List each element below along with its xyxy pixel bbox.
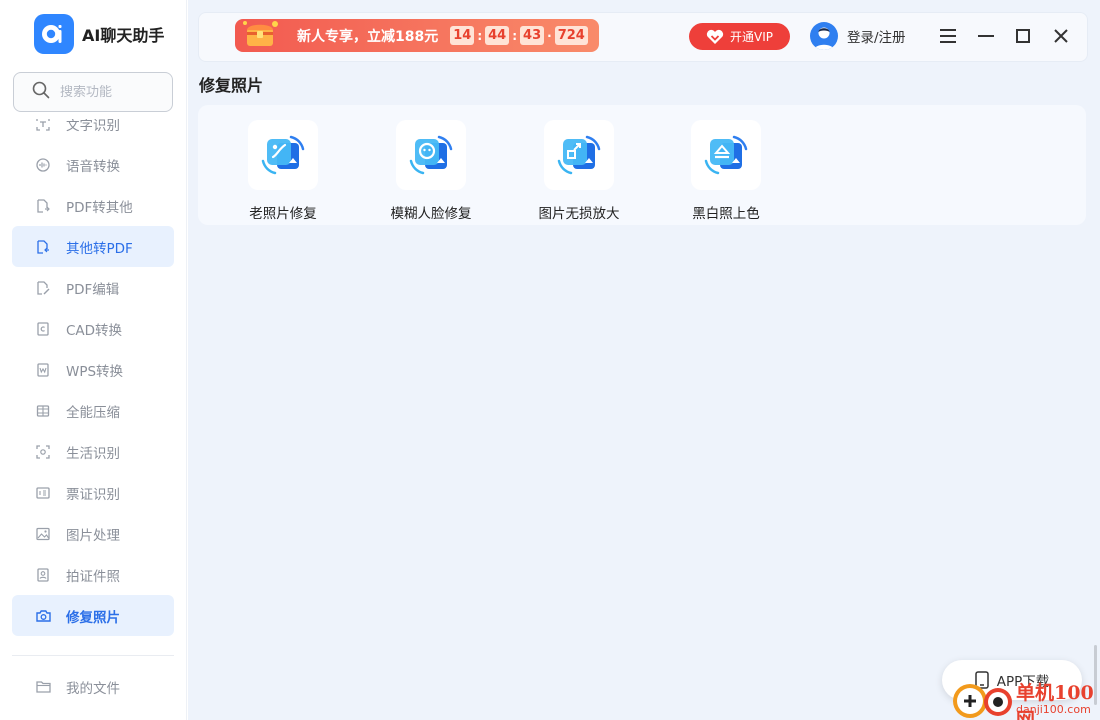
- blur-face-repair-icon: [396, 120, 466, 190]
- search-input[interactable]: [60, 84, 160, 100]
- vip-heart-icon: [706, 29, 724, 45]
- sidebar-item-label: 全能压缩: [66, 404, 120, 421]
- app-logo: AI聊天助手: [34, 14, 164, 54]
- sidebar-item-label: 其他转PDF: [66, 240, 133, 257]
- close-icon[interactable]: [1050, 25, 1072, 47]
- minimize-icon[interactable]: [975, 25, 997, 47]
- sidebar-item-life-recognition[interactable]: 生活识别: [12, 431, 174, 472]
- countdown-hours: 14: [450, 26, 475, 45]
- tool-blur-face-repair[interactable]: 模糊人脸修复: [376, 120, 486, 222]
- tool-label: 图片无损放大: [538, 206, 620, 222]
- sidebar-item-repair-photo[interactable]: 修复照片: [12, 595, 174, 636]
- colorize-photo-icon: [691, 120, 761, 190]
- sidebar-item-label: 我的文件: [66, 680, 120, 697]
- sidebar-item-label: PDF转其他: [66, 199, 133, 216]
- image-process-icon: [36, 526, 52, 542]
- login-label: 登录/注册: [847, 30, 906, 46]
- sidebar-item-wps-convert[interactable]: WPS转换: [12, 349, 174, 390]
- sidebar-item-my-files[interactable]: 我的文件: [12, 666, 174, 707]
- tools-panel: 老照片修复 模糊人脸修复 图片无损放大 黑白照上色: [198, 105, 1086, 225]
- sidebar-item-other-to-pdf[interactable]: 其他转PDF: [12, 226, 174, 267]
- tool-colorize-photo[interactable]: 黑白照上色: [671, 120, 781, 222]
- sidebar-item-text-recognition[interactable]: 文字识别: [12, 119, 174, 144]
- tool-label: 老照片修复: [249, 206, 317, 222]
- sidebar-item-label: CAD转换: [66, 322, 123, 339]
- tool-old-photo-repair[interactable]: 老照片修复: [228, 120, 338, 222]
- sidebar-item-label: 拍证件照: [66, 568, 120, 585]
- cad-convert-icon: [36, 321, 52, 337]
- text-recognition-icon: [36, 119, 52, 132]
- sidebar-nav: 文字识别 语音转换 PDF转其他 其他转PDF PDF编辑 CAD转换 WPS转…: [12, 119, 174, 639]
- other-to-pdf-icon: [36, 239, 52, 255]
- search-icon: [32, 81, 50, 103]
- ticket-recognition-icon: [36, 485, 52, 501]
- login-register[interactable]: 登录/注册: [810, 21, 906, 51]
- vip-label: 开通VIP: [730, 30, 773, 44]
- top-bar: 新人专享，立减188元 14 : 44 : 43 · 724 开通VIP 登录/…: [198, 12, 1088, 62]
- sidebar-item-label: PDF编辑: [66, 281, 120, 298]
- main-area: 新人专享，立减188元 14 : 44 : 43 · 724 开通VIP 登录/…: [188, 0, 1100, 720]
- wps-convert-icon: [36, 362, 52, 378]
- menu-icon[interactable]: [937, 25, 959, 47]
- folder-icon: [36, 679, 52, 695]
- tool-label: 黑白照上色: [692, 206, 760, 222]
- sidebar: AI聊天助手 文字识别 语音转换 PDF转其他 其他转PDF: [0, 0, 187, 720]
- page-title: 修复照片: [199, 76, 264, 95]
- sidebar-item-label: 生活识别: [66, 445, 120, 462]
- sidebar-item-ticket-recognition[interactable]: 票证识别: [12, 472, 174, 513]
- life-recognition-icon: [36, 444, 52, 460]
- sidebar-item-image-process[interactable]: 图片处理: [12, 513, 174, 554]
- countdown-minutes: 44: [485, 26, 510, 45]
- maximize-icon[interactable]: [1012, 25, 1034, 47]
- id-photo-icon: [36, 567, 52, 583]
- compress-icon: [36, 403, 52, 419]
- sidebar-item-voice-convert[interactable]: 语音转换: [12, 144, 174, 185]
- voice-convert-icon: [36, 157, 52, 173]
- ai-logo-icon: [34, 14, 74, 54]
- camera-icon: [36, 608, 52, 624]
- countdown-seconds: 43: [520, 26, 545, 45]
- pdf-to-other-icon: [36, 198, 52, 214]
- search-box[interactable]: [13, 72, 173, 112]
- sidebar-divider: [12, 655, 174, 656]
- sidebar-item-label: 语音转换: [66, 158, 120, 175]
- countdown-ms: 724: [554, 26, 588, 45]
- avatar-icon: [810, 22, 838, 50]
- sidebar-item-label: WPS转换: [66, 363, 124, 380]
- sidebar-item-pdf-edit[interactable]: PDF编辑: [12, 267, 174, 308]
- pdf-edit-icon: [36, 280, 52, 296]
- treasure-chest-icon: [235, 19, 278, 52]
- sidebar-item-label: 票证识别: [66, 486, 120, 503]
- tool-lossless-enlarge[interactable]: 图片无损放大: [524, 120, 634, 222]
- lossless-enlarge-icon: [544, 120, 614, 190]
- app-title: AI聊天助手: [82, 26, 165, 45]
- sidebar-item-label: 修复照片: [66, 609, 120, 626]
- promo-text: 新人专享，立减188元: [297, 28, 439, 45]
- old-photo-repair-icon: [248, 120, 318, 190]
- watermark: 单机100网 danji100.com: [950, 678, 1100, 720]
- watermark-logo-icon: [953, 684, 1012, 718]
- sidebar-item-pdf-to-other[interactable]: PDF转其他: [12, 185, 174, 226]
- sidebar-item-cad-convert[interactable]: CAD转换: [12, 308, 174, 349]
- vip-button[interactable]: 开通VIP: [689, 23, 790, 50]
- tool-label: 模糊人脸修复: [390, 206, 472, 222]
- watermark-url: danji100.com: [1016, 703, 1091, 716]
- sidebar-item-id-photo[interactable]: 拍证件照: [12, 554, 174, 595]
- promo-banner[interactable]: 新人专享，立减188元 14 : 44 : 43 · 724: [235, 19, 599, 52]
- sidebar-item-label: 图片处理: [66, 527, 120, 544]
- sidebar-item-compress[interactable]: 全能压缩: [12, 390, 174, 431]
- sidebar-item-label: 文字识别: [66, 119, 120, 134]
